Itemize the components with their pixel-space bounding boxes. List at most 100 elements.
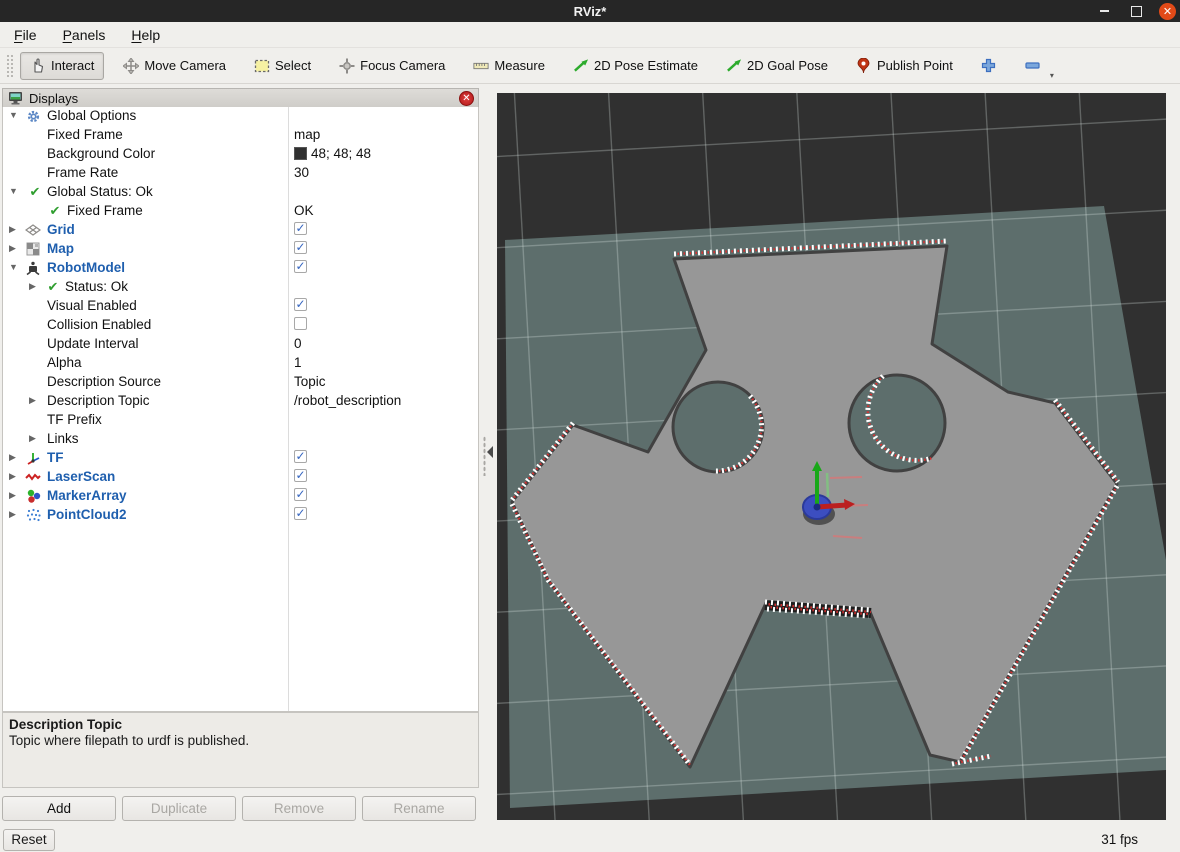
toolbar-button-focus-camera[interactable]: Focus Camera: [330, 53, 454, 79]
dropdown-caret-icon[interactable]: ▾: [1050, 71, 1054, 80]
tree-row-background-color[interactable]: Background Color48; 48; 48: [3, 145, 478, 164]
duplicate-button[interactable]: Duplicate: [122, 796, 236, 821]
tree-row-description-source[interactable]: Description SourceTopic: [3, 373, 478, 392]
add-button[interactable]: Add: [2, 796, 116, 821]
toolbar-button-2d-goal-pose[interactable]: 2D Goal Pose: [717, 53, 837, 79]
chevron-right-icon[interactable]: ▶: [9, 490, 16, 501]
tree-row-description-topic[interactable]: ▶Description Topic/robot_description: [3, 392, 478, 411]
render-viewport[interactable]: [497, 93, 1166, 820]
enable-checkbox[interactable]: ✓: [294, 507, 307, 520]
tree-row-value[interactable]: 48; 48; 48: [294, 146, 371, 161]
minus-icon: [1025, 58, 1041, 74]
tree-row-tf[interactable]: ▶TF✓: [3, 449, 478, 468]
chevron-down-icon[interactable]: ▼: [9, 186, 18, 196]
chevron-right-icon[interactable]: ▶: [9, 471, 16, 482]
reset-button[interactable]: Reset: [3, 829, 55, 851]
tree-row-visual-enabled[interactable]: Visual Enabled✓: [3, 297, 478, 316]
panel-splitter[interactable]: [479, 84, 497, 824]
toolbar-button-interact[interactable]: Interact: [20, 52, 104, 80]
tree-row-pointcloud2[interactable]: ▶PointCloud2✓: [3, 506, 478, 525]
tree-row-status-ok[interactable]: ▶✔Status: Ok: [3, 278, 478, 297]
chevron-right-icon[interactable]: ▶: [29, 433, 36, 444]
maximize-icon[interactable]: [1127, 2, 1145, 20]
chevron-down-icon[interactable]: ▼: [9, 110, 18, 120]
title-bar: RViz* ✕: [0, 0, 1180, 22]
tree-row-label: Map: [47, 241, 74, 256]
tree-row-value[interactable]: /robot_description: [294, 393, 401, 408]
measure-icon: [473, 58, 489, 74]
pose-arrow-icon: [726, 58, 742, 74]
toolbar-button-select[interactable]: Select: [245, 53, 320, 79]
toolbar-drag-handle[interactable]: [6, 54, 14, 78]
tree-row-label: Fixed Frame: [47, 127, 123, 142]
tree-row-tf-prefix[interactable]: TF Prefix: [3, 411, 478, 430]
toolbar-button-label: 2D Pose Estimate: [594, 58, 698, 73]
toolbar-button-move-camera[interactable]: Move Camera: [114, 53, 235, 79]
chevron-right-icon[interactable]: ▶: [29, 395, 36, 406]
tree-row-label: Links: [47, 431, 79, 446]
tree-row-value[interactable]: 30: [294, 165, 309, 180]
property-description-box: Description Topic Topic where filepath t…: [2, 712, 479, 788]
chevron-right-icon[interactable]: ▶: [29, 281, 36, 292]
enable-checkbox[interactable]: ✓: [294, 298, 307, 311]
tree-row-alpha[interactable]: Alpha1: [3, 354, 478, 373]
tree-row-label: Grid: [47, 222, 75, 237]
tree-row-value[interactable]: map: [294, 127, 320, 142]
enable-checkbox[interactable]: ✓: [294, 450, 307, 463]
enable-checkbox[interactable]: ✓: [294, 222, 307, 235]
toolbar-button-plus-icon[interactable]: [972, 53, 1006, 79]
displays-tree: ▼Global OptionsFixed Frame map Background …: [2, 107, 479, 712]
toolbar-button-label: Focus Camera: [360, 58, 445, 73]
menu-item-help[interactable]: Help: [131, 27, 160, 43]
displays-monitor-icon: [7, 90, 23, 106]
tree-row-value[interactable]: 1: [294, 355, 302, 370]
minimize-icon[interactable]: [1095, 2, 1113, 20]
tree-row-label: Status: Ok: [65, 279, 128, 294]
splitter-collapse-arrow-icon[interactable]: [487, 446, 493, 458]
menu-item-panels[interactable]: Panels: [63, 27, 106, 43]
tree-row-collision-enabled[interactable]: Collision Enabled: [3, 316, 478, 335]
tf-icon: [25, 450, 41, 466]
tree-row-robotmodel[interactable]: ▼RobotModel✓: [3, 259, 478, 278]
remove-button[interactable]: Remove: [242, 796, 356, 821]
display-action-buttons: AddDuplicateRemoveRename: [0, 796, 479, 822]
pose-arrow-icon: [573, 58, 589, 74]
tree-row-value[interactable]: OK: [294, 203, 314, 218]
tree-row-value[interactable]: 0: [294, 336, 302, 351]
tree-row-global-status-ok[interactable]: ▼✔Global Status: Ok: [3, 183, 478, 202]
robot-center: [814, 504, 821, 511]
tree-row-fixed-frame[interactable]: ✔Fixed FrameOK: [3, 202, 478, 221]
displays-panel-header[interactable]: Displays ✕: [2, 88, 479, 108]
description-body: Topic where filepath to urdf is publishe…: [9, 733, 472, 748]
tree-row-update-interval[interactable]: Update Interval0: [3, 335, 478, 354]
tree-row-markerarray[interactable]: ▶MarkerArray✓: [3, 487, 478, 506]
enable-checkbox[interactable]: ✓: [294, 469, 307, 482]
close-icon[interactable]: ✕: [1159, 3, 1176, 20]
tree-row-frame-rate[interactable]: Frame Rate30: [3, 164, 478, 183]
enable-checkbox[interactable]: ✓: [294, 241, 307, 254]
tree-row-value[interactable]: Topic: [294, 374, 326, 389]
enable-checkbox[interactable]: [294, 317, 307, 330]
chevron-right-icon[interactable]: ▶: [9, 224, 16, 235]
enable-checkbox[interactable]: ✓: [294, 260, 307, 273]
chevron-down-icon[interactable]: ▼: [9, 262, 18, 272]
chevron-right-icon[interactable]: ▶: [9, 243, 16, 254]
panel-close-icon[interactable]: ✕: [459, 91, 474, 106]
tree-row-fixed-frame[interactable]: Fixed Frame map: [3, 126, 478, 145]
toolbar-button-2d-pose-estimate[interactable]: 2D Pose Estimate: [564, 53, 707, 79]
tree-row-laserscan[interactable]: ▶LaserScan✓: [3, 468, 478, 487]
toolbar-button-publish-point[interactable]: Publish Point: [847, 53, 962, 79]
menu-item-file[interactable]: File: [14, 27, 37, 43]
toolbar-button-minus-icon[interactable]: ▾: [1016, 53, 1050, 79]
gear-icon: [25, 108, 41, 124]
tree-row-map[interactable]: ▶ Map ✓: [3, 240, 478, 259]
tree-row-global-options[interactable]: ▼Global Options: [3, 107, 478, 126]
tree-row-grid[interactable]: ▶ Grid ✓: [3, 221, 478, 240]
rename-button[interactable]: Rename: [362, 796, 476, 821]
toolbar-button-measure[interactable]: Measure: [464, 53, 554, 79]
chevron-right-icon[interactable]: ▶: [9, 452, 16, 463]
enable-checkbox[interactable]: ✓: [294, 488, 307, 501]
splitter-handle-dots[interactable]: [483, 436, 486, 476]
chevron-right-icon[interactable]: ▶: [9, 509, 16, 520]
tree-row-links[interactable]: ▶ Links: [3, 430, 478, 449]
